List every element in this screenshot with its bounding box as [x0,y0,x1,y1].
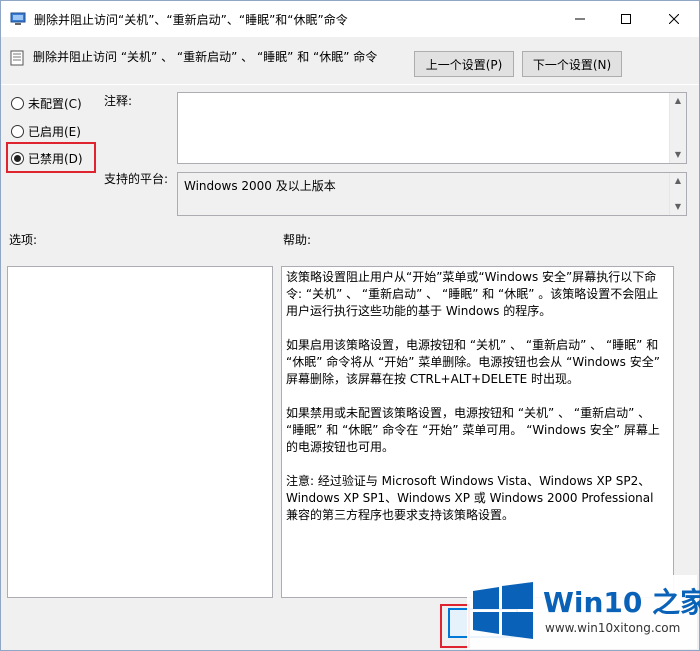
help-label: 帮助: [283,233,312,247]
policy-header: 删除并阻止访问 “关机” 、 “重新启动” 、 “睡眠” 和 “休眠” 命令 上… [1,41,699,81]
maximize-icon [621,14,631,24]
platform-scrollbar[interactable]: ▲ ▼ [669,173,686,215]
comment-textarea[interactable]: ▲ ▼ [177,92,687,164]
comment-label: 注释: [104,94,133,108]
scroll-up-icon[interactable]: ▲ [673,96,683,106]
policy-setting-icon [9,50,25,66]
ok-highlight-box [440,604,470,648]
header-divider [1,84,699,85]
radio-label: 已启用(E) [28,124,81,139]
radio-label: 未配置(C) [28,96,82,111]
help-panel[interactable]: 该策略设置阻止用户从“开始”菜单或“Windows 安全”屏幕执行以下命令: “… [281,266,674,598]
platform-label: 支持的平台: [104,172,169,186]
window-title: 删除并阻止访问“关机”、“重新启动”、“睡眠”和“休眠”命令 [34,13,348,27]
options-panel [7,266,273,598]
scroll-up-icon[interactable]: ▲ [673,176,683,186]
platform-value: Windows 2000 及以上版本 [184,179,336,193]
help-paragraph: 注意: 经过验证与 Microsoft Windows Vista、Window… [286,474,654,522]
watermark: Win10 之家 www.win10xitong.com [467,575,700,649]
disabled-highlight-box [6,142,96,173]
policy-app-icon [10,11,26,27]
close-icon [669,14,679,24]
previous-setting-button[interactable]: 上一个设置(P) [414,51,514,77]
scroll-down-icon[interactable]: ▼ [673,150,683,160]
close-button[interactable] [651,1,697,37]
radio-circle[interactable] [11,96,24,110]
title-bar[interactable]: 删除并阻止访问“关机”、“重新启动”、“睡眠”和“休眠”命令 [1,1,699,37]
help-paragraph: 该策略设置阻止用户从“开始”菜单或“Windows 安全”屏幕执行以下命令: “… [286,270,659,318]
next-setting-button[interactable]: 下一个设置(N) [522,51,622,77]
options-label: 选项: [9,233,38,247]
help-paragraph: 如果启用该策略设置，电源按钮和 “关机” 、 “重新启动” 、 “睡眠” 和 “… [286,338,660,386]
radio-not-configured[interactable]: 未配置(C) [11,92,82,114]
maximize-button[interactable] [603,1,649,37]
platform-field: Windows 2000 及以上版本 ▲ ▼ [177,172,687,216]
minimize-icon [575,18,585,20]
windows-logo-icon [473,582,533,639]
watermark-title: Win10 之家 [543,586,700,619]
watermark-url: www.win10xitong.com [545,621,681,635]
help-paragraph: 如果禁用或未配置该策略设置，电源按钮和 “关机” 、 “重新启动” 、 “睡眠”… [286,406,660,454]
policy-name: 删除并阻止访问 “关机” 、 “重新启动” 、 “睡眠” 和 “休眠” 命令 [33,50,378,64]
comment-scrollbar[interactable]: ▲ ▼ [669,93,686,163]
radio-enabled[interactable]: 已启用(E) [11,120,81,142]
minimize-button[interactable] [557,1,603,37]
policy-dialog-window: 删除并阻止访问“关机”、“重新启动”、“睡眠”和“休眠”命令 删除并阻止访问 “… [0,0,700,651]
scroll-down-icon[interactable]: ▼ [673,202,683,212]
radio-circle[interactable] [11,124,24,138]
